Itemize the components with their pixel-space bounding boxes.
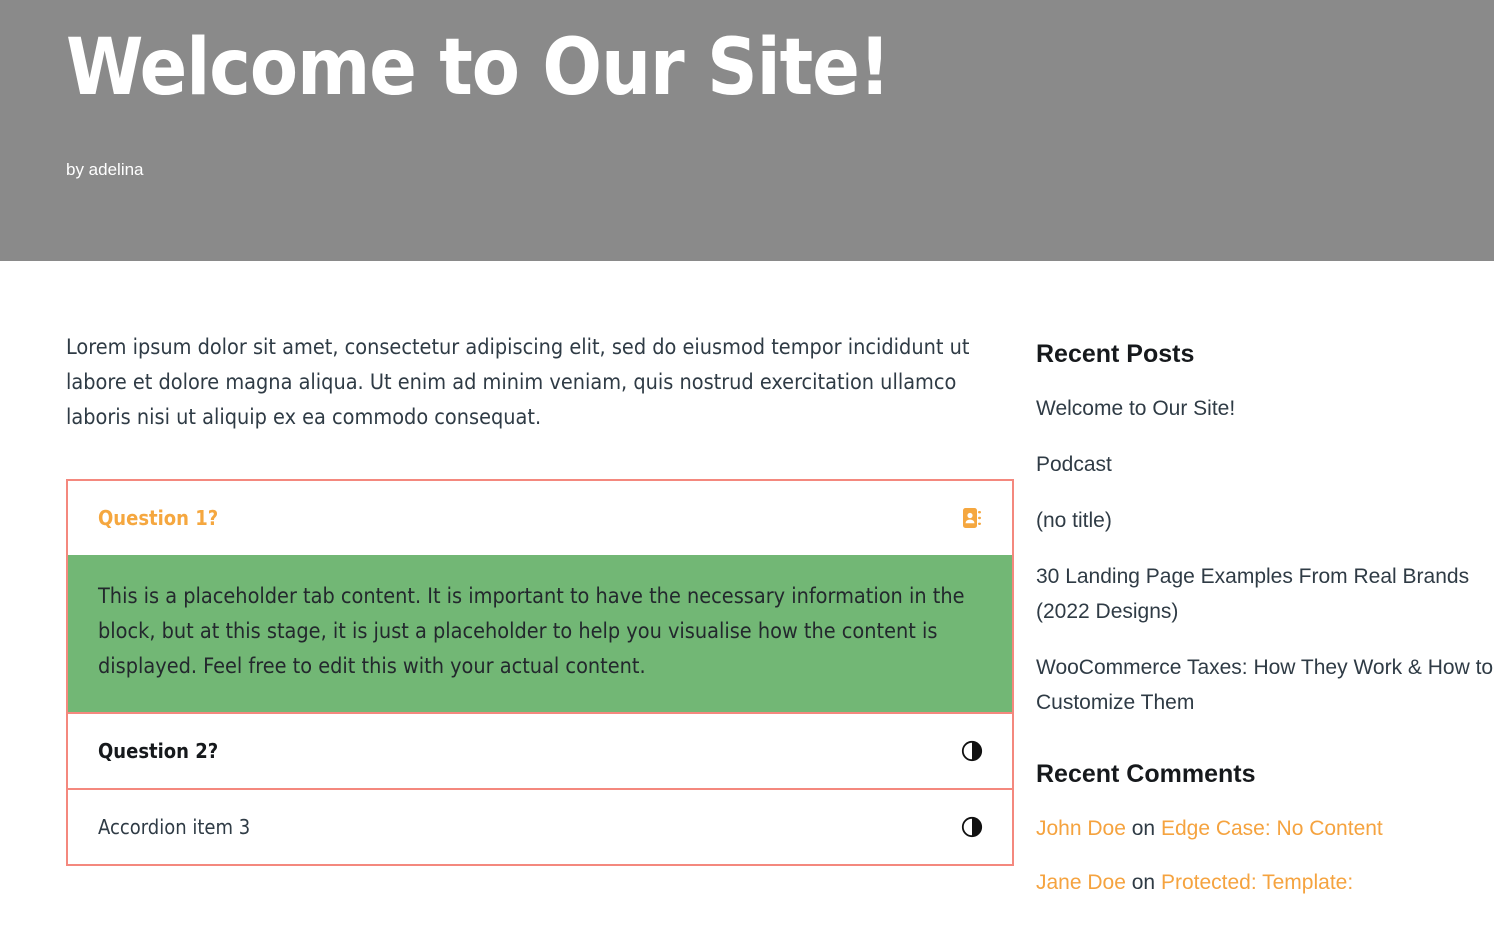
main-content: Lorem ipsum dolor sit amet, consectetur … [0,330,1016,866]
recent-post-link[interactable]: 30 Landing Page Examples From Real Brand… [1036,565,1469,623]
sidebar: Recent Posts Welcome to Our Site! Podcas… [1016,330,1494,940]
list-item: (no title) [1036,503,1494,538]
accordion-panel-text-1: This is a placeholder tab content. It is… [98,584,965,679]
comment-author-link[interactable]: Jane Doe [1036,871,1126,894]
list-item: WooCommerce Taxes: How They Work & How t… [1036,650,1494,720]
recent-posts-title: Recent Posts [1036,340,1195,368]
comment-author-link[interactable]: John Doe [1036,817,1126,840]
comment-on-label: on [1131,817,1156,840]
comment-post-link[interactable]: Edge Case: No Content [1161,817,1383,840]
recent-comments-list: John Doe on Edge Case: No Content Jane D… [1036,811,1494,900]
recent-comments-title: Recent Comments [1036,760,1256,788]
recent-post-link[interactable]: (no title) [1036,509,1112,532]
recent-post-link[interactable]: Podcast [1036,453,1112,476]
accordion-panel-1: This is a placeholder tab content. It is… [68,555,1012,712]
list-item: Welcome to Our Site! [1036,391,1494,426]
list-item: Podcast [1036,447,1494,482]
recent-post-link[interactable]: WooCommerce Taxes: How They Work & How t… [1036,656,1493,714]
accordion: Question 1? This is a placeholder tab co… [66,479,1014,866]
recent-post-link[interactable]: Welcome to Our Site! [1036,397,1235,420]
widget-recent-comments: Recent Comments John Doe on Edge Case: N… [1036,760,1494,900]
accordion-title-2: Question 2? [98,739,219,763]
page-body: Lorem ipsum dolor sit amet, consectetur … [0,261,1494,940]
comment-on-label: on [1131,871,1156,894]
accordion-item: Question 2? [68,714,1012,790]
intro-paragraph: Lorem ipsum dolor sit amet, consectetur … [66,335,970,430]
contrast-circle-icon[interactable] [960,815,984,839]
accordion-item: Question 1? This is a placeholder tab co… [68,481,1012,714]
accordion-title-1: Question 1? [98,506,219,530]
recent-posts-list: Welcome to Our Site! Podcast (no title) … [1036,391,1494,720]
widget-recent-posts: Recent Posts Welcome to Our Site! Podcas… [1036,340,1494,720]
page-title: Welcome to Our Site! [66,23,891,113]
list-item: John Doe on Edge Case: No Content [1036,811,1494,846]
accordion-header-3[interactable]: Accordion item 3 [68,790,1012,864]
comment-post-link[interactable]: Protected: Template: [1161,871,1353,894]
list-item: 30 Landing Page Examples From Real Brand… [1036,559,1494,629]
contrast-circle-icon[interactable] [960,739,984,763]
site-header: Welcome to Our Site! by adelina [0,0,1494,261]
accordion-title-3: Accordion item 3 [98,815,251,839]
address-book-icon[interactable] [960,506,984,530]
post-byline: by adelina [66,160,144,179]
accordion-header-2[interactable]: Question 2? [68,714,1012,788]
accordion-header-1[interactable]: Question 1? [68,481,1012,555]
accordion-item: Accordion item 3 [68,790,1012,864]
